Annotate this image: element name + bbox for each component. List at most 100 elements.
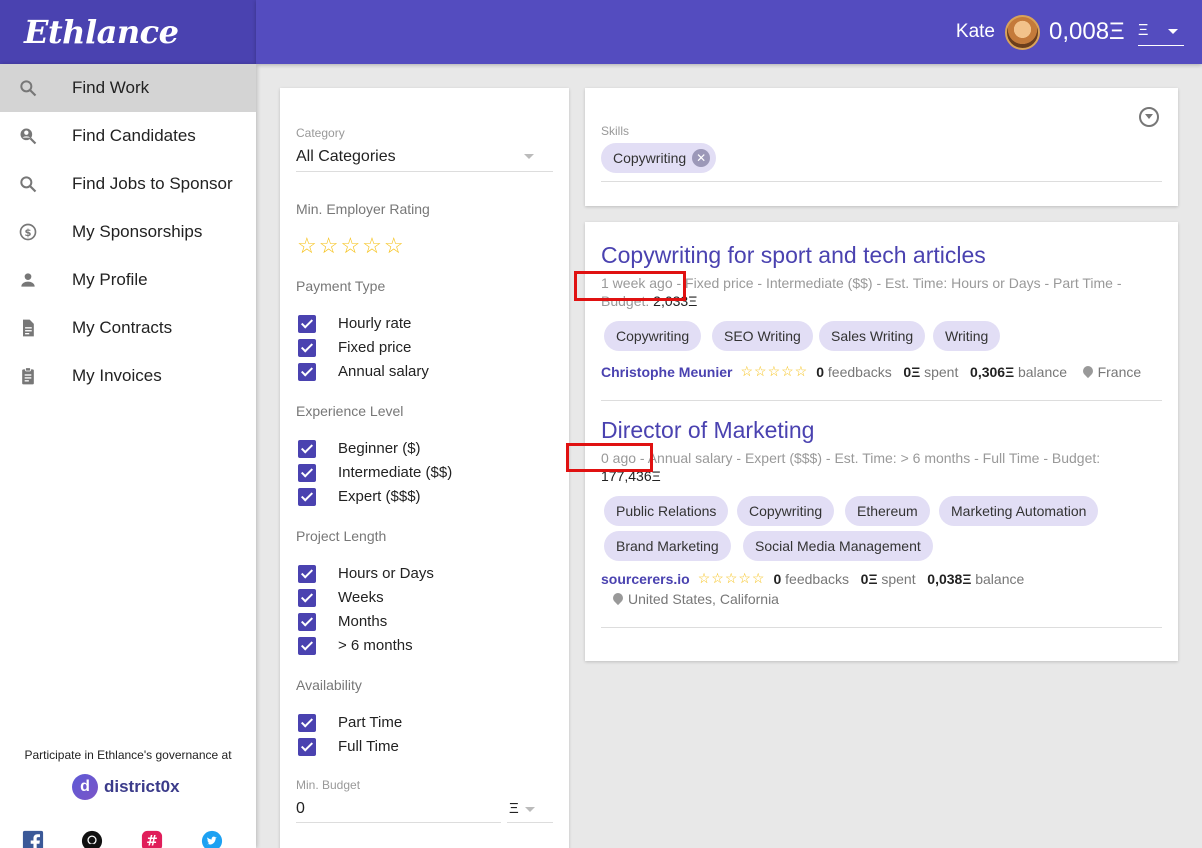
category-value: All Categories: [296, 148, 396, 165]
checkbox-checked-icon[interactable]: [298, 315, 316, 333]
checkbox-checked-icon[interactable]: [298, 363, 316, 381]
job-tag[interactable]: Copywriting: [604, 321, 702, 351]
checkbox-checked-icon[interactable]: [298, 339, 316, 357]
sidebar-item-my-profile[interactable]: My Profile: [0, 256, 256, 304]
checkbox-fixed-price[interactable]: Fixed price: [298, 338, 411, 358]
sidebar-item-find-jobs-to-sponsor[interactable]: Find Jobs to Sponsor: [0, 160, 256, 208]
feedbacks-count: 0: [816, 363, 825, 380]
employer-location: France: [1097, 363, 1142, 380]
currency-underline: [507, 822, 553, 823]
sidebar-item-find-candidates[interactable]: Find Candidates: [0, 112, 256, 160]
checkbox-weeks[interactable]: Weeks: [298, 588, 384, 608]
logo-area[interactable]: Ethlance: [0, 0, 256, 64]
job-title[interactable]: Copywriting for sport and tech articles: [601, 242, 986, 269]
availability-title: Availability: [296, 677, 362, 693]
checkbox-checked-icon[interactable]: [298, 464, 316, 482]
employer-row: Christophe Meunier ☆☆☆☆☆ 0 feedbacks 0Ξ …: [601, 363, 1141, 380]
checkbox-label: Weeks: [338, 589, 384, 606]
employer-row: sourcerers.io ☆☆☆☆☆ 0 feedbacks 0Ξ spent…: [601, 570, 1024, 587]
checkbox-label: > 6 months: [338, 637, 413, 654]
job-tag[interactable]: Writing: [933, 321, 1001, 351]
job-tag[interactable]: Ethereum: [845, 496, 930, 526]
star-icon[interactable]: ☆☆☆☆☆: [297, 233, 406, 259]
feedbacks-label: feedbacks: [827, 363, 892, 380]
slack-icon[interactable]: #: [141, 830, 163, 848]
checkbox-label: Beginner ($): [338, 440, 421, 457]
spent-label: spent: [924, 363, 959, 380]
checkbox-checked-icon[interactable]: [298, 738, 316, 756]
checkbox-checked-icon[interactable]: [298, 589, 316, 607]
district0x-label: district0x: [104, 777, 180, 796]
sidebar-item-find-work[interactable]: Find Work: [0, 64, 256, 112]
balance-label: balance: [975, 570, 1025, 587]
job-title[interactable]: Director of Marketing: [601, 417, 814, 444]
checkbox-label: Months: [338, 613, 388, 630]
person-search-icon: [20, 128, 37, 145]
sidebar: Find Work Find Candidates Find Jobs to S…: [0, 64, 256, 848]
employer-location: United States, California: [628, 591, 779, 607]
category-select[interactable]: All Categories: [296, 144, 553, 172]
job-tag[interactable]: Social Media Management: [743, 531, 933, 561]
skills-label: Skills: [601, 124, 630, 138]
user-name[interactable]: Kate: [956, 21, 995, 43]
checkbox-checked-icon[interactable]: [298, 613, 316, 631]
checkbox-checked-icon[interactable]: [298, 637, 316, 655]
district0x-link[interactable]: d district0x: [72, 774, 180, 800]
highlight-box: [566, 443, 653, 472]
checkbox-hours-or-days[interactable]: Hours or Days: [298, 564, 434, 584]
checkbox-label: Expert ($$$): [338, 488, 421, 505]
expand-circle-icon[interactable]: [1139, 107, 1159, 127]
app-logo[interactable]: Ethlance: [24, 13, 179, 51]
job-tag[interactable]: Marketing Automation: [939, 496, 1099, 526]
checkbox-full-time[interactable]: Full Time: [298, 737, 399, 757]
checkbox-beginner[interactable]: Beginner ($): [298, 439, 421, 459]
twitter-icon[interactable]: [201, 830, 223, 848]
close-icon[interactable]: ✕: [692, 149, 711, 167]
job-tag[interactable]: Sales Writing: [819, 321, 926, 351]
job-tag[interactable]: SEO Writing: [712, 321, 813, 351]
github-icon[interactable]: [81, 830, 103, 848]
checkbox-part-time[interactable]: Part Time: [298, 713, 402, 733]
job-tag[interactable]: Copywriting: [737, 496, 835, 526]
checkbox-annual-salary[interactable]: Annual salary: [298, 362, 429, 382]
district0x-logo: d: [72, 774, 98, 800]
job-tag[interactable]: Brand Marketing: [604, 531, 731, 561]
sidebar-item-label: Find Work: [72, 78, 150, 97]
employer-rating-stars: ☆☆☆☆☆: [740, 363, 809, 379]
sidebar-item-my-invoices[interactable]: My Invoices: [0, 352, 256, 400]
sidebar-item-my-contracts[interactable]: My Contracts: [0, 304, 256, 352]
min-budget-currency-select[interactable]: Ξ: [507, 797, 553, 823]
checkbox-checked-icon[interactable]: [298, 440, 316, 458]
avatar[interactable]: [1005, 15, 1040, 50]
payment-type-title: Payment Type: [296, 278, 386, 294]
job-tag[interactable]: Public Relations: [604, 496, 729, 526]
checkbox-checked-icon[interactable]: [298, 714, 316, 732]
checkbox-months[interactable]: Months: [298, 612, 387, 632]
location-pin-icon: [1080, 363, 1095, 378]
min-budget-input[interactable]: 0: [296, 797, 501, 823]
project-length-title: Project Length: [296, 528, 387, 544]
checkbox-hourly-rate[interactable]: Hourly rate: [298, 314, 411, 334]
facebook-icon[interactable]: [22, 830, 44, 848]
balance-amount: 0,306Ξ: [970, 363, 1015, 380]
employer-name[interactable]: sourcerers.io: [601, 571, 690, 587]
person-icon: [21, 273, 35, 287]
experience-title: Experience Level: [296, 403, 404, 419]
checkbox-checked-icon[interactable]: [298, 488, 316, 506]
checkbox-intermediate[interactable]: Intermediate ($$): [298, 463, 452, 483]
highlight-box: [574, 271, 686, 301]
sidebar-item-my-sponsorships[interactable]: $ My Sponsorships: [0, 208, 256, 256]
currency-select[interactable]: Ξ: [1138, 22, 1184, 46]
category-underline: [296, 171, 553, 172]
dollar-circle-icon: $: [19, 223, 37, 241]
checkbox-label: Full Time: [338, 738, 399, 755]
checkbox-checked-icon[interactable]: [298, 565, 316, 583]
min-rating-stars[interactable]: ☆☆☆☆☆: [297, 233, 406, 259]
skills-underline: [601, 181, 1162, 182]
checkbox-over-6-months[interactable]: > 6 months: [298, 636, 413, 656]
employer-name[interactable]: Christophe Meunier: [601, 364, 732, 380]
feedbacks-label: feedbacks: [785, 570, 849, 587]
search-icon: [20, 80, 37, 97]
skill-chip[interactable]: Copywriting ✕: [601, 143, 717, 173]
checkbox-expert[interactable]: Expert ($$$): [298, 487, 421, 507]
